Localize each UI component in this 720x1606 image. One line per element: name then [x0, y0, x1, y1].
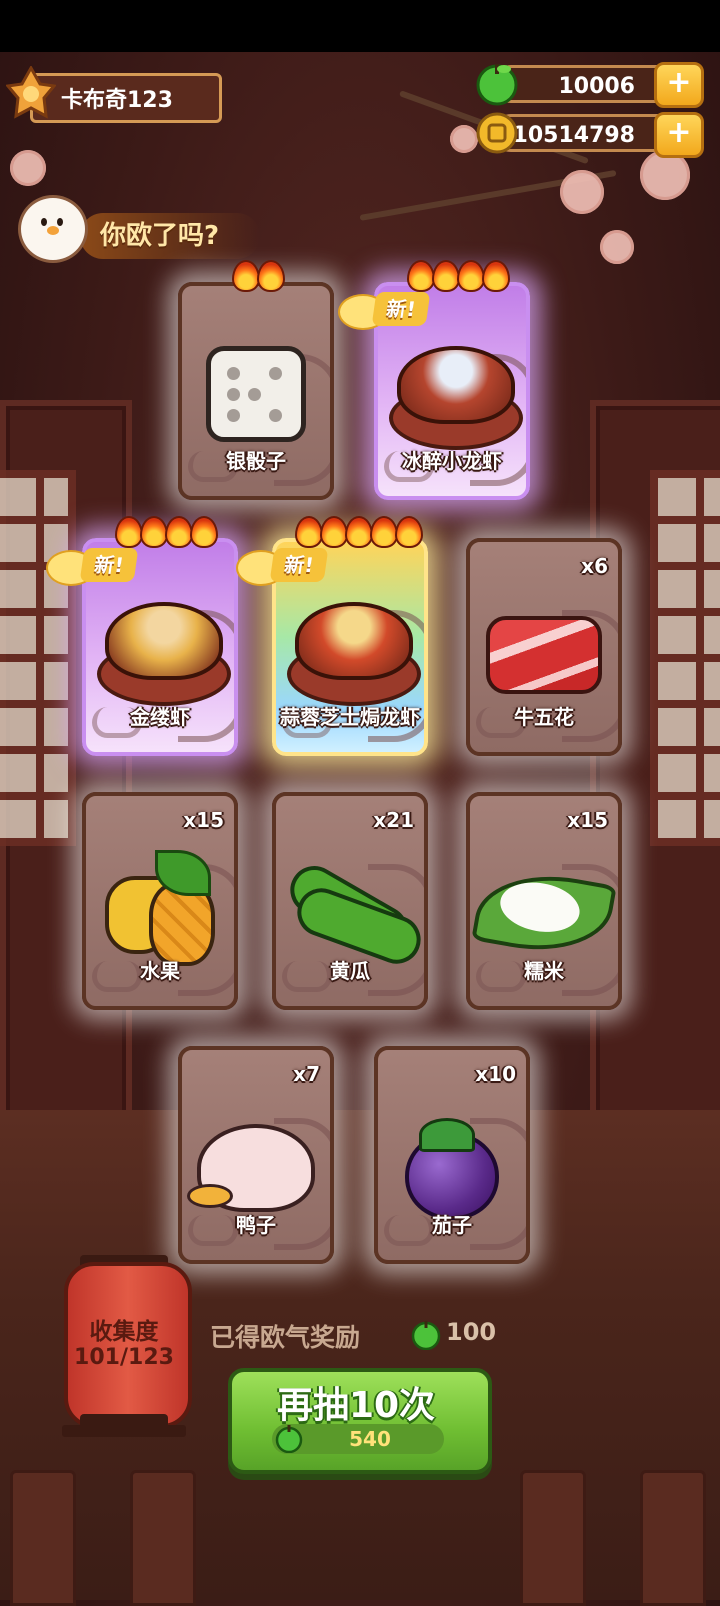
golden-shrimp-icon — [97, 602, 231, 706]
chick-mascot-icon — [18, 195, 88, 263]
reward-card[interactable]: 茄子 x10 — [374, 1046, 530, 1264]
collection-label: 收集度 — [89, 1319, 159, 1345]
card-count: x10 — [475, 1062, 516, 1086]
add-green-coins-button[interactable]: + — [654, 62, 704, 108]
fence-post — [130, 1470, 196, 1606]
green-apple-coin-icon — [411, 1321, 441, 1350]
gold-coin-icon — [476, 112, 518, 154]
fence-post — [10, 1470, 76, 1606]
window-left — [0, 470, 76, 846]
add-gold-coins-button[interactable]: + — [654, 112, 704, 158]
card-name: 茄子 — [432, 1213, 472, 1237]
rank-badge-icon — [6, 66, 56, 119]
fence-post — [520, 1470, 586, 1606]
card-name: 水果 — [140, 959, 180, 983]
draw-again-label: 再抽10次 — [276, 1385, 436, 1426]
player-name[interactable]: 卡布奇123 — [30, 73, 222, 123]
card-count: x6 — [581, 554, 608, 578]
new-badge: 新! — [46, 544, 139, 588]
reward-card[interactable]: 黄瓜 x21 — [272, 792, 428, 1010]
card-name: 牛五花 — [514, 705, 574, 729]
new-badge-label: 新! — [269, 548, 329, 582]
green-apple-coin-icon — [476, 64, 518, 106]
flame-icon — [257, 260, 285, 292]
blossom — [600, 230, 634, 264]
card-name: 糯米 — [524, 959, 564, 983]
dice-icon — [206, 346, 306, 442]
new-badge-label: 新! — [79, 548, 139, 582]
flame-icon — [394, 516, 423, 548]
card-name: 蒜蓉芝士焗龙虾 — [280, 705, 420, 729]
reward-card[interactable]: 鸭子 x7 — [178, 1046, 334, 1264]
reward-card[interactable]: 银骰子 — [178, 282, 334, 500]
flame-icon — [432, 260, 460, 292]
card-count: x15 — [567, 808, 608, 832]
card-count: x7 — [293, 1062, 320, 1086]
reward-label: 已得欧气奖励 — [210, 1323, 361, 1352]
duck-icon — [187, 1110, 315, 1212]
sticky-rice-icon — [471, 856, 617, 964]
reward-card[interactable]: 牛五花 x6 — [466, 538, 622, 756]
flame-icon — [482, 260, 510, 292]
card-name: 鸭子 — [236, 1213, 276, 1237]
status-bar — [0, 0, 720, 52]
draw-cost: 540 — [349, 1427, 391, 1451]
fence-post — [640, 1470, 706, 1606]
flame-icon — [190, 516, 218, 548]
card-name: 金缕虾 — [130, 705, 190, 729]
reward-amount: 100 — [446, 1318, 497, 1346]
rarity-flames — [232, 260, 285, 292]
new-badge: 新! — [236, 544, 329, 588]
reward-card[interactable]: 水果 x15 — [82, 792, 238, 1010]
card-count: x21 — [373, 808, 414, 832]
cucumber-icon — [281, 856, 424, 971]
lobster-cheese-icon — [287, 602, 421, 706]
reward-card[interactable]: 糯米 x15 — [466, 792, 622, 1010]
collection-progress: 101/123 — [74, 1345, 174, 1370]
flame-icon — [232, 260, 260, 292]
speech-bubble: 你欧了吗? — [80, 213, 260, 259]
beef-icon — [486, 602, 602, 694]
crayfish-bowl-icon — [389, 346, 523, 450]
blossom — [560, 170, 604, 214]
flame-icon — [165, 516, 193, 548]
blossom — [10, 150, 46, 186]
new-badge: 新! — [338, 288, 431, 332]
flame-icon — [140, 516, 168, 548]
eggplant-icon — [405, 1110, 499, 1220]
card-name: 冰醉小龙虾 — [402, 449, 502, 473]
fruit-icon — [105, 850, 215, 966]
card-name: 黄瓜 — [330, 959, 370, 983]
lantern-stand — [62, 1425, 186, 1437]
flame-icon — [457, 260, 485, 292]
window-right — [650, 470, 720, 846]
flame-icon — [344, 516, 373, 548]
card-name: 银骰子 — [226, 449, 286, 473]
new-badge-label: 新! — [371, 292, 431, 326]
flame-icon — [369, 516, 398, 548]
card-count: x15 — [183, 808, 224, 832]
